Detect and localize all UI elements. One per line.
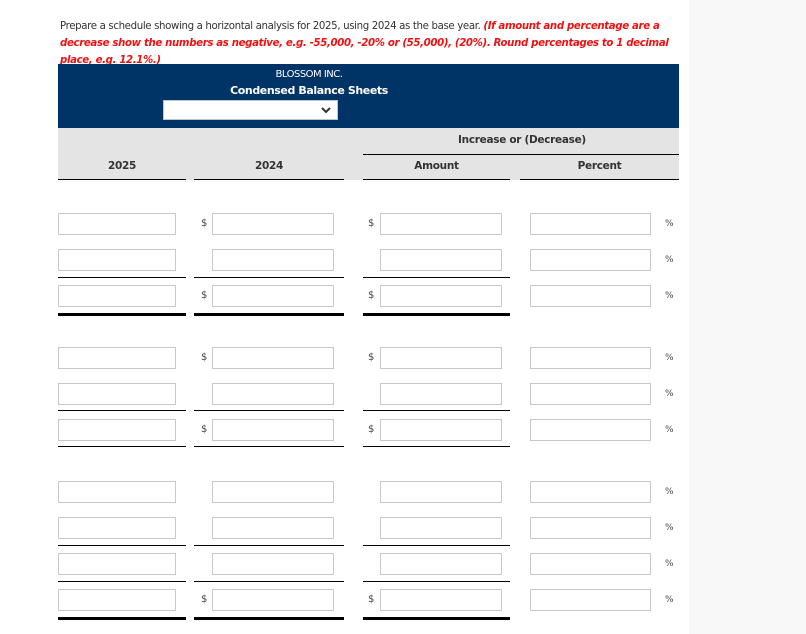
input-amount-row-4[interactable] (380, 347, 502, 369)
input-y2025-row-8[interactable] (58, 517, 176, 539)
input-percent-row-5[interactable] (530, 383, 651, 405)
percent-sign: % (665, 559, 674, 569)
total-rule (58, 410, 186, 411)
input-y2025-row-7[interactable] (58, 481, 176, 503)
statement-header: BLOSSOM INC. Condensed Balance Sheets (58, 64, 679, 128)
input-amount-row-6[interactable] (380, 419, 502, 441)
total-rule (194, 410, 344, 411)
header-rule-2025 (58, 179, 186, 180)
percent-sign: % (665, 219, 674, 229)
dollar-sign: $ (201, 290, 208, 301)
total-rule (58, 545, 186, 546)
input-y2024-row-9[interactable] (212, 553, 334, 575)
total-rule (194, 277, 344, 278)
page-gutter (689, 0, 806, 634)
dollar-sign: $ (201, 424, 208, 435)
input-y2024-row-7[interactable] (212, 481, 334, 503)
percent-sign: % (665, 255, 674, 265)
total-rule (194, 545, 344, 546)
input-y2025-row-5[interactable] (58, 383, 176, 405)
dollar-sign: $ (368, 594, 375, 605)
dollar-sign: $ (201, 218, 208, 229)
input-percent-row-8[interactable] (530, 517, 651, 539)
dollar-sign: $ (201, 594, 208, 605)
statement-date-select[interactable] (163, 100, 338, 120)
input-y2025-row-3[interactable] (58, 285, 176, 307)
input-y2025-row-9[interactable] (58, 553, 176, 575)
input-y2025-row-10[interactable] (58, 589, 176, 611)
input-percent-row-4[interactable] (530, 347, 651, 369)
input-percent-row-7[interactable] (530, 481, 651, 503)
input-percent-row-1[interactable] (530, 213, 651, 235)
group-header-rule (363, 154, 679, 155)
column-header-amount: Amount (414, 160, 459, 172)
increase-decrease-header: Increase or (Decrease) (458, 134, 586, 146)
input-y2024-row-4[interactable] (212, 347, 334, 369)
input-amount-row-8[interactable] (380, 517, 502, 539)
total-rule (363, 446, 510, 447)
input-y2024-row-1[interactable] (212, 213, 334, 235)
percent-sign: % (665, 595, 674, 605)
input-y2024-row-8[interactable] (212, 517, 334, 539)
input-y2024-row-3[interactable] (212, 285, 334, 307)
column-header-percent: Percent (577, 160, 622, 172)
input-amount-row-2[interactable] (380, 249, 502, 271)
input-amount-row-5[interactable] (380, 383, 502, 405)
instructions-text: Prepare a schedule showing a horizontal … (60, 21, 481, 32)
total-rule (363, 545, 510, 546)
header-rule-2024 (194, 179, 344, 180)
input-amount-row-9[interactable] (380, 553, 502, 575)
input-y2024-row-6[interactable] (212, 419, 334, 441)
input-amount-row-7[interactable] (380, 481, 502, 503)
input-percent-row-10[interactable] (530, 589, 651, 611)
percent-sign: % (665, 353, 674, 363)
input-percent-row-9[interactable] (530, 553, 651, 575)
total-rule (58, 581, 186, 582)
total-rule (363, 313, 510, 316)
statement-title: Condensed Balance Sheets (230, 84, 388, 97)
total-rule (363, 581, 510, 582)
input-y2025-row-1[interactable] (58, 213, 176, 235)
total-rule (58, 313, 186, 316)
company-name: BLOSSOM INC. (275, 69, 343, 80)
input-amount-row-1[interactable] (380, 213, 502, 235)
input-percent-row-6[interactable] (530, 419, 651, 441)
input-y2025-row-6[interactable] (58, 419, 176, 441)
total-rule (363, 617, 510, 620)
total-rule (58, 277, 186, 278)
total-rule (194, 446, 344, 447)
total-rule (58, 617, 186, 620)
input-amount-row-3[interactable] (380, 285, 502, 307)
input-y2025-row-2[interactable] (58, 249, 176, 271)
total-rule (363, 277, 510, 278)
percent-sign: % (665, 425, 674, 435)
dollar-sign: $ (368, 352, 375, 363)
dollar-sign: $ (368, 290, 375, 301)
input-y2024-row-10[interactable] (212, 589, 334, 611)
total-rule (194, 313, 344, 316)
dollar-sign: $ (368, 424, 375, 435)
instructions: Prepare a schedule showing a horizontal … (60, 18, 680, 69)
total-rule (363, 410, 510, 411)
input-y2024-row-2[interactable] (212, 249, 334, 271)
input-y2024-row-5[interactable] (212, 383, 334, 405)
dollar-sign: $ (368, 218, 375, 229)
input-percent-row-2[interactable] (530, 249, 651, 271)
chevron-down-icon (321, 107, 331, 114)
column-header-2025: 2025 (107, 160, 137, 172)
percent-sign: % (665, 523, 674, 533)
dollar-sign: $ (201, 352, 208, 363)
input-amount-row-10[interactable] (380, 589, 502, 611)
header-rule-percent (520, 179, 679, 180)
total-rule (58, 446, 186, 447)
header-rule-amount (363, 179, 510, 180)
input-y2025-row-4[interactable] (58, 347, 176, 369)
total-rule (194, 617, 344, 620)
percent-sign: % (665, 487, 674, 497)
percent-sign: % (665, 291, 674, 301)
column-header-2024: 2024 (254, 160, 284, 172)
input-percent-row-3[interactable] (530, 285, 651, 307)
total-rule (194, 581, 344, 582)
percent-sign: % (665, 389, 674, 399)
